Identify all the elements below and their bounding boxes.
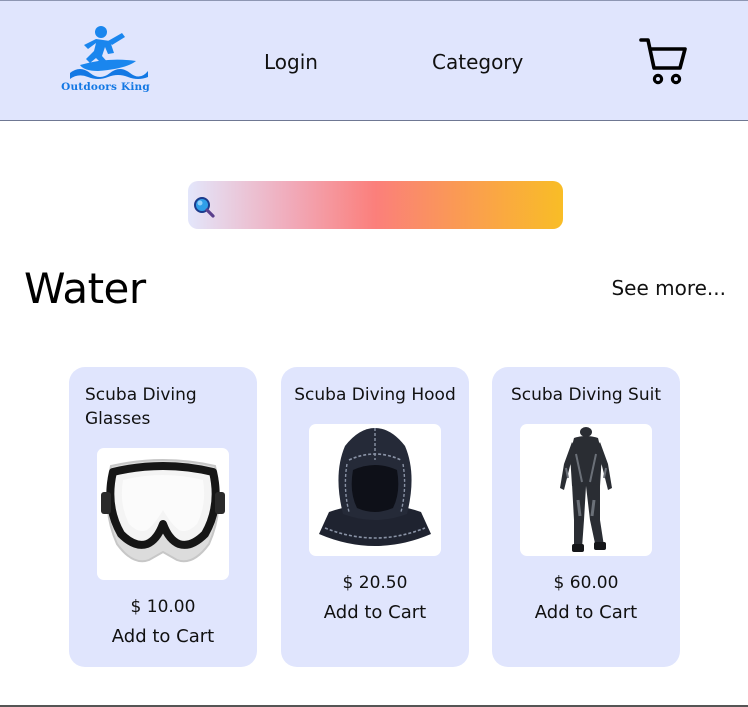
add-to-cart-button[interactable]: Add to Cart xyxy=(69,626,257,647)
product-card[interactable]: Scuba Diving Hood $ 20.50 Add to Cart xyxy=(281,367,469,667)
search-input[interactable] xyxy=(220,181,555,229)
page: Outdoors King Login Category Water See m… xyxy=(0,0,748,707)
product-image-diving-suit xyxy=(520,424,652,556)
product-price: $ 60.00 xyxy=(553,573,619,593)
see-more-link[interactable]: See more... xyxy=(611,276,726,300)
magnifier-icon[interactable] xyxy=(192,195,216,219)
surfer-logo-icon xyxy=(70,26,148,79)
search-bar xyxy=(188,181,563,229)
product-price: $ 10.00 xyxy=(130,597,196,617)
logo-text: Outdoors King xyxy=(61,81,150,93)
add-to-cart-button[interactable]: Add to Cart xyxy=(281,602,469,623)
product-name: Scuba Diving Glasses xyxy=(85,385,197,429)
product-card[interactable]: Scuba Diving Glasses $ 10.00 Add to Cart xyxy=(69,367,257,667)
diving-suit-image xyxy=(560,427,612,552)
nav-login-link[interactable]: Login xyxy=(264,50,318,74)
cart-button[interactable] xyxy=(638,36,688,86)
product-card[interactable]: Scuba Diving Suit $ 60.00 Add to Cart xyxy=(492,367,680,667)
diving-hood-image xyxy=(319,428,431,546)
site-header: Outdoors King Login Category xyxy=(0,0,748,121)
section-title: Water xyxy=(24,264,146,313)
product-name: Scuba Diving Hood xyxy=(294,385,456,405)
product-name: Scuba Diving Suit xyxy=(510,385,662,405)
product-price: $ 20.50 xyxy=(342,573,408,593)
add-to-cart-button[interactable]: Add to Cart xyxy=(492,602,680,623)
product-image-diving-hood xyxy=(309,424,441,556)
shopping-cart-icon xyxy=(639,38,687,85)
nav-category-link[interactable]: Category xyxy=(432,50,523,74)
brand-logo[interactable]: Outdoors King xyxy=(58,23,153,99)
product-image-diving-mask xyxy=(97,448,229,580)
diving-mask-image xyxy=(101,459,225,563)
